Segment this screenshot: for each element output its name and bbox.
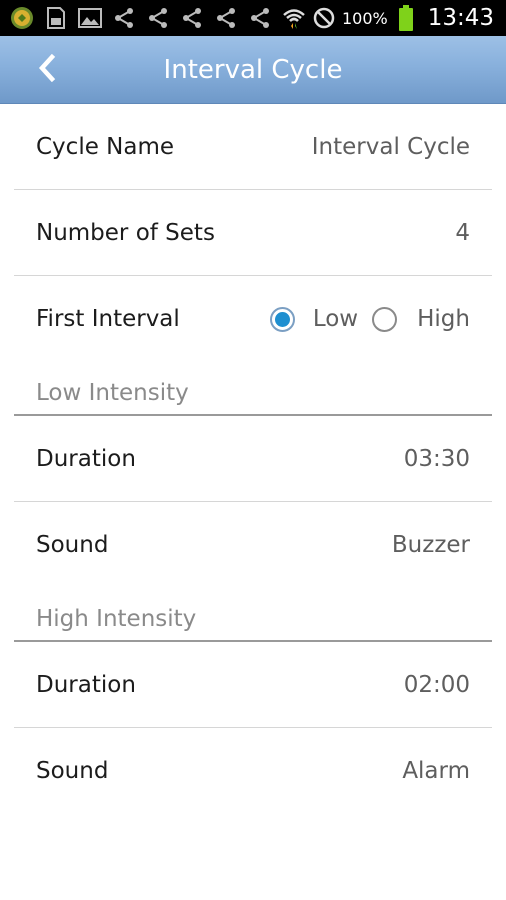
sd-card-icon [44,6,68,30]
radio-button-low[interactable] [269,306,295,332]
low-duration-value: 03:30 [403,445,470,472]
chevron-left-icon [37,53,57,86]
high-intensity-section-header: High Intensity [14,588,492,642]
back-button[interactable] [26,50,68,90]
cycle-name-label: Cycle Name [36,133,175,160]
high-intensity-title: High Intensity [36,606,197,632]
high-sound-value: Alarm [402,758,470,784]
first-interval-radio-group: Low High [269,306,470,332]
radio-button-high[interactable] [372,306,398,332]
low-sound-value: Buzzer [391,532,470,558]
first-interval-label: First Interval [36,306,180,332]
wifi-icon [282,6,306,30]
share-icon [112,6,136,30]
radio-selected-dot [274,311,290,327]
battery-percentage: 100% [341,8,388,28]
image-icon [78,6,102,30]
settings-list: Cycle Name Interval Cycle Number of Sets… [0,104,506,814]
app-header: Interval Cycle [0,36,506,104]
number-of-sets-value: 4 [455,219,470,246]
share-icon [180,6,204,30]
no-signal-icon [312,6,336,30]
high-duration-label: Duration [36,671,136,698]
high-sound-row[interactable]: Sound Alarm [14,728,492,814]
low-duration-row[interactable]: Duration 03:30 [14,416,492,502]
app-icon [10,6,34,30]
page-title: Interval Cycle [163,54,343,85]
first-interval-row: First Interval Low High [14,276,492,362]
radio-label-high: High [417,306,470,332]
number-of-sets-row[interactable]: Number of Sets 4 [14,190,492,276]
high-duration-value: 02:00 [403,671,470,698]
share-icon [214,6,238,30]
low-duration-label: Duration [36,445,136,472]
low-sound-label: Sound [36,532,109,558]
high-sound-label: Sound [36,758,109,784]
low-intensity-section-header: Low Intensity [14,362,492,416]
high-duration-row[interactable]: Duration 02:00 [14,642,492,728]
low-intensity-title: Low Intensity [36,380,189,406]
radio-label-low: Low [312,306,359,332]
share-icon [248,6,272,30]
system-status: 100% 13:43 [282,5,506,31]
status-bar: 100% 13:43 [0,0,506,36]
cycle-name-row[interactable]: Cycle Name Interval Cycle [14,104,492,190]
clock: 13:43 [427,5,494,31]
battery-icon [394,5,418,31]
share-icon [146,6,170,30]
cycle-name-value: Interval Cycle [311,133,470,160]
radio-option-low[interactable]: Low [269,306,359,332]
notification-icons [0,6,272,30]
low-sound-row[interactable]: Sound Buzzer [14,502,492,588]
radio-option-high[interactable]: High [372,306,470,332]
number-of-sets-label: Number of Sets [36,219,215,246]
